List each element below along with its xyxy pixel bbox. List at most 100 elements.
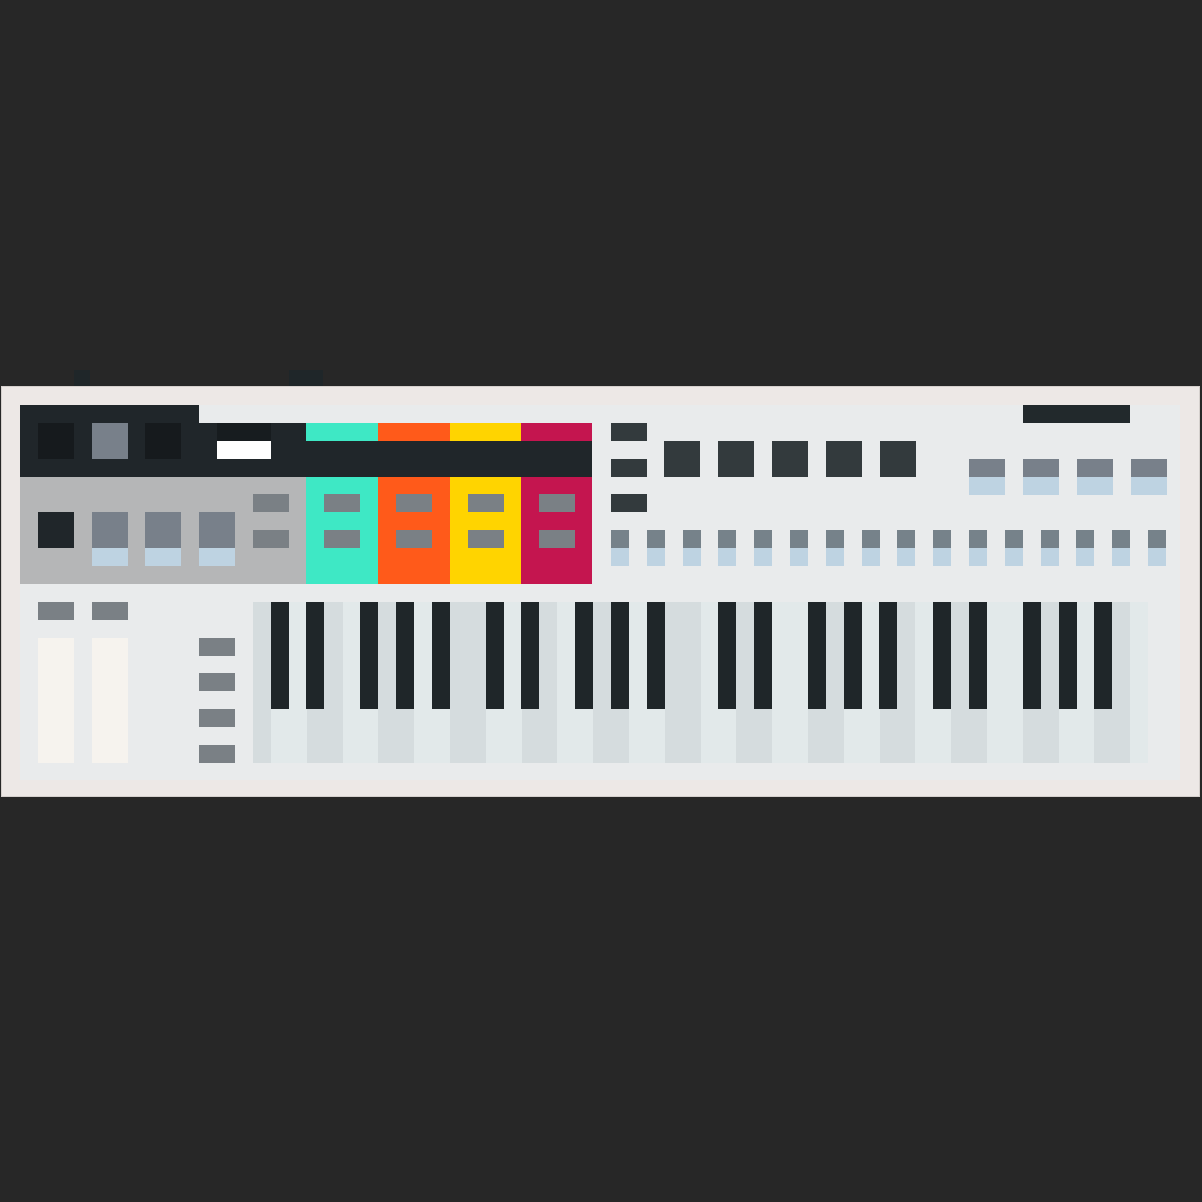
white-key-17[interactable] xyxy=(825,602,844,763)
step-button-16[interactable] xyxy=(1148,530,1166,548)
step-button-9[interactable] xyxy=(897,530,916,548)
black-key-14[interactable] xyxy=(844,602,862,709)
encoder-button-lower[interactable] xyxy=(253,530,289,548)
white-key-gap-21 xyxy=(987,602,1005,763)
black-key-13[interactable] xyxy=(808,602,826,709)
step-button-2[interactable] xyxy=(646,530,665,548)
black-key-12[interactable] xyxy=(754,602,772,709)
octave-button-1[interactable] xyxy=(199,638,235,656)
black-key-19[interactable] xyxy=(1059,602,1077,709)
white-key-25[interactable] xyxy=(1112,602,1131,763)
transport-button-4[interactable] xyxy=(826,441,862,477)
right-knob-led-1 xyxy=(969,477,1005,495)
pad-strip-magenta xyxy=(521,423,592,441)
white-key-2[interactable] xyxy=(288,602,307,763)
black-key-8[interactable] xyxy=(575,602,593,709)
pad-strip-yellow xyxy=(450,423,521,441)
step-led-7 xyxy=(825,548,844,566)
white-key-gap-6 xyxy=(450,602,468,763)
white-key-7[interactable] xyxy=(467,602,486,763)
octave-button-4[interactable] xyxy=(199,745,235,763)
encoder-button-upper[interactable] xyxy=(253,494,289,512)
side-button-3[interactable] xyxy=(611,494,647,512)
step-button-10[interactable] xyxy=(933,530,952,548)
black-key-15[interactable] xyxy=(879,602,897,709)
white-key-22[interactable] xyxy=(1004,602,1023,763)
transport-button-1[interactable] xyxy=(664,441,700,477)
pad-orange-button-2[interactable] xyxy=(396,530,432,548)
black-key-1[interactable] xyxy=(271,602,289,709)
white-key-18[interactable] xyxy=(861,602,880,763)
black-key-20[interactable] xyxy=(1094,602,1112,709)
pitch-wheel-cap[interactable] xyxy=(38,602,74,620)
pad-magenta-button-1[interactable] xyxy=(539,494,575,512)
function-pad-1[interactable] xyxy=(38,423,74,459)
mod-wheel-cap[interactable] xyxy=(92,602,128,620)
black-key-5[interactable] xyxy=(432,602,450,709)
step-button-14[interactable] xyxy=(1076,530,1095,548)
black-key-9[interactable] xyxy=(611,602,629,709)
white-key-1[interactable] xyxy=(253,602,271,763)
step-led-2 xyxy=(646,548,665,566)
transport-button-2[interactable] xyxy=(718,441,754,477)
white-key-24[interactable] xyxy=(1076,602,1095,763)
encoder-knob-2[interactable] xyxy=(145,512,181,548)
pad-magenta-button-2[interactable] xyxy=(539,530,575,548)
right-knob-3[interactable] xyxy=(1077,459,1113,477)
step-button-8[interactable] xyxy=(861,530,880,548)
right-knob-1[interactable] xyxy=(969,459,1005,477)
step-button-11[interactable] xyxy=(969,530,987,548)
step-led-16 xyxy=(1148,548,1166,566)
white-key-9[interactable] xyxy=(539,602,558,763)
function-pad-3[interactable] xyxy=(145,423,181,459)
step-button-12[interactable] xyxy=(1004,530,1023,548)
side-button-1[interactable] xyxy=(611,423,647,441)
shift-button[interactable] xyxy=(38,512,74,548)
black-key-16[interactable] xyxy=(933,602,951,709)
black-key-2[interactable] xyxy=(306,602,324,709)
pad-yellow-button-1[interactable] xyxy=(468,494,504,512)
white-key-3[interactable] xyxy=(324,602,343,763)
white-key-23[interactable] xyxy=(1040,602,1059,763)
right-knob-4[interactable] xyxy=(1131,459,1167,477)
white-key-8[interactable] xyxy=(503,602,522,763)
encoder-led-3 xyxy=(199,548,235,566)
pitch-wheel[interactable] xyxy=(38,638,74,763)
octave-button-2[interactable] xyxy=(199,673,235,691)
black-key-4[interactable] xyxy=(396,602,414,709)
transport-button-5[interactable] xyxy=(880,441,916,477)
pad-strip-teal xyxy=(306,423,378,441)
white-key-13[interactable] xyxy=(682,602,701,763)
white-key-19[interactable] xyxy=(897,602,916,763)
pad-yellow-button-2[interactable] xyxy=(468,530,504,548)
octave-button-3[interactable] xyxy=(199,709,235,727)
function-pad-2[interactable] xyxy=(92,423,128,459)
black-key-18[interactable] xyxy=(1023,602,1041,709)
step-button-13[interactable] xyxy=(1040,530,1059,548)
white-key-gap-20 xyxy=(951,602,970,763)
white-key-16[interactable] xyxy=(790,602,808,763)
step-button-6[interactable] xyxy=(790,530,808,548)
pad-teal-button-2[interactable] xyxy=(324,530,360,548)
pad-teal-button-1[interactable] xyxy=(324,494,360,512)
black-key-17[interactable] xyxy=(969,602,987,709)
step-button-7[interactable] xyxy=(825,530,844,548)
encoder-knob-1[interactable] xyxy=(92,512,128,548)
pad-orange-button-1[interactable] xyxy=(396,494,432,512)
black-key-10[interactable] xyxy=(647,602,665,709)
side-button-2[interactable] xyxy=(611,459,647,477)
step-button-3[interactable] xyxy=(682,530,701,548)
step-button-5[interactable] xyxy=(754,530,773,548)
step-button-1[interactable] xyxy=(611,530,629,548)
black-key-6[interactable] xyxy=(486,602,504,709)
left-foot xyxy=(74,370,90,386)
encoder-knob-3[interactable] xyxy=(199,512,235,548)
mod-wheel[interactable] xyxy=(92,638,128,763)
step-button-15[interactable] xyxy=(1112,530,1131,548)
step-button-4[interactable] xyxy=(718,530,737,548)
black-key-3[interactable] xyxy=(360,602,378,709)
right-knob-2[interactable] xyxy=(1023,459,1059,477)
transport-button-3[interactable] xyxy=(772,441,808,477)
black-key-7[interactable] xyxy=(521,602,539,709)
black-key-11[interactable] xyxy=(718,602,736,709)
